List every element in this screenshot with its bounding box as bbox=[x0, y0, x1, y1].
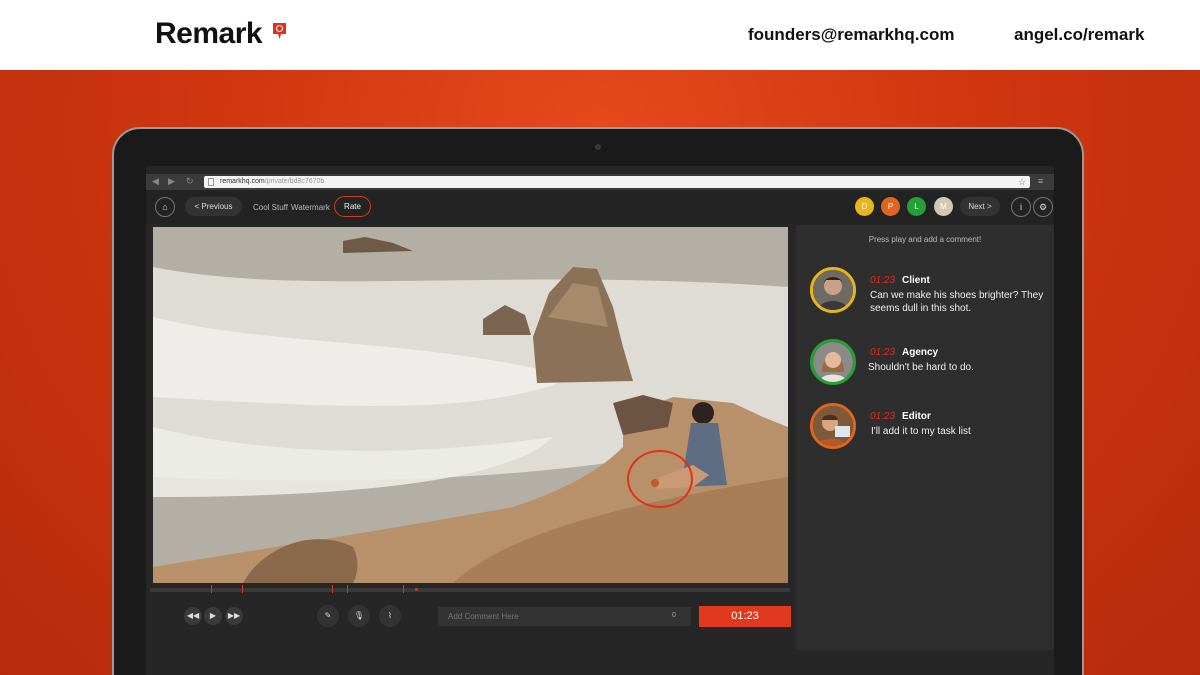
info-button[interactable]: i bbox=[1011, 197, 1031, 217]
comment-text: Can we make his shoes brighter? They see… bbox=[870, 290, 1044, 314]
fast-forward-icon: ▶▶ bbox=[227, 611, 241, 620]
agency-avatar bbox=[810, 339, 856, 385]
browser-bar: ◀ ▶ ↻ remarkhq.com/private/bd8c7670b ☆ ≡ bbox=[146, 174, 1054, 190]
voice-comment-button[interactable]: 🎙 bbox=[348, 605, 370, 627]
client-avatar bbox=[810, 267, 856, 313]
attach-button[interactable]: ⌇ bbox=[379, 605, 401, 627]
microphone-icon: 🎙 bbox=[353, 611, 365, 620]
timeline-comment-marker[interactable] bbox=[347, 585, 348, 593]
browser-forward-icon[interactable]: ▶ bbox=[168, 176, 175, 187]
timeline-comment-marker[interactable] bbox=[403, 585, 404, 593]
timeline-comment-marker[interactable] bbox=[211, 585, 212, 593]
remark-pin-icon bbox=[273, 23, 286, 39]
playhead[interactable] bbox=[415, 588, 418, 591]
next-button[interactable]: Next > bbox=[960, 197, 1000, 216]
comment-timestamp[interactable]: 01:23 bbox=[870, 275, 895, 286]
url-path: /private/bd8c7670b bbox=[264, 178, 325, 185]
breadcrumb-project[interactable]: Cool Stuff bbox=[253, 203, 288, 212]
browser-back-icon[interactable]: ◀ bbox=[152, 176, 159, 187]
browser-menu-icon[interactable]: ≡ bbox=[1038, 176, 1043, 186]
comment-author: Editor bbox=[902, 411, 931, 422]
timeline-comment-marker[interactable] bbox=[332, 585, 333, 593]
angellist-link[interactable]: angel.co/remark bbox=[1014, 25, 1144, 45]
avatar-portrait bbox=[813, 406, 853, 446]
video-player[interactable] bbox=[153, 227, 788, 583]
pencil-icon: ✎ bbox=[324, 611, 332, 620]
bookmark-star-icon[interactable]: ☆ bbox=[1018, 176, 1026, 188]
annotation-circle[interactable] bbox=[627, 450, 693, 508]
rate-button[interactable]: Rate bbox=[334, 196, 371, 217]
user-dot-3[interactable]: L bbox=[907, 197, 926, 216]
webcam-icon bbox=[595, 144, 601, 150]
rewind-button[interactable]: ◀◀ bbox=[184, 607, 202, 625]
comment-author: Client bbox=[902, 275, 930, 286]
timeline-comment-marker[interactable] bbox=[242, 585, 243, 593]
comment-timestamp[interactable]: 01:23 bbox=[870, 347, 895, 358]
comment-input[interactable] bbox=[438, 607, 691, 626]
brand-logo[interactable]: Remark bbox=[155, 17, 263, 51]
gear-icon: ⚙ bbox=[1038, 202, 1048, 212]
comment-author: Agency bbox=[902, 347, 939, 358]
avatar-portrait bbox=[813, 342, 853, 382]
draw-tool-button[interactable]: ✎ bbox=[317, 605, 339, 627]
comment-text: Shouldn't be hard to do. bbox=[868, 362, 974, 373]
address-bar[interactable]: remarkhq.com/private/bd8c7670b ☆ bbox=[204, 176, 1030, 188]
comment-timestamp[interactable]: 01:23 bbox=[870, 411, 895, 422]
avatar-portrait bbox=[813, 270, 853, 310]
app-screen: ◀ ▶ ↻ remarkhq.com/private/bd8c7670b ☆ ≡… bbox=[146, 166, 1054, 675]
settings-button[interactable]: ⚙ bbox=[1033, 197, 1053, 217]
previous-button[interactable]: < Previous bbox=[185, 197, 242, 216]
site-header: Remark founders@remarkhq.com angel.co/re… bbox=[0, 0, 1200, 70]
home-icon: ⌂ bbox=[162, 202, 168, 212]
play-icon: ▶ bbox=[209, 611, 217, 620]
editor-avatar bbox=[810, 403, 856, 449]
rewind-icon: ◀◀ bbox=[186, 611, 200, 620]
play-button[interactable]: ▶ bbox=[204, 607, 222, 625]
fast-forward-button[interactable]: ▶▶ bbox=[225, 607, 243, 625]
comment-text: I'll add it to my task list bbox=[871, 426, 971, 437]
user-dot-1[interactable]: D bbox=[855, 197, 874, 216]
browser-reload-icon[interactable]: ↻ bbox=[186, 176, 194, 187]
home-button[interactable]: ⌂ bbox=[155, 197, 175, 217]
user-dot-2[interactable]: P bbox=[881, 197, 900, 216]
app-toolbar: ⌂ < Previous Cool Stuff Watermark Rate D… bbox=[146, 190, 1054, 224]
user-dot-4[interactable]: M bbox=[934, 197, 953, 216]
comments-sidebar: Press play and add a comment! 01:23 Clie… bbox=[796, 225, 1054, 650]
info-icon: i bbox=[1020, 202, 1022, 212]
video-frame-illustration bbox=[153, 227, 788, 583]
page-icon bbox=[208, 178, 214, 186]
video-timeline[interactable] bbox=[150, 585, 790, 593]
timecode-button[interactable]: 01:23 bbox=[699, 606, 791, 627]
paperclip-icon: ⌇ bbox=[388, 611, 392, 620]
comments-hint: Press play and add a comment! bbox=[868, 235, 982, 244]
breadcrumb-video[interactable]: Watermark bbox=[291, 203, 330, 212]
comment-char-count: 0 bbox=[672, 612, 676, 619]
contact-email-link[interactable]: founders@remarkhq.com bbox=[748, 25, 954, 45]
url-host: remarkhq.com bbox=[220, 178, 265, 185]
